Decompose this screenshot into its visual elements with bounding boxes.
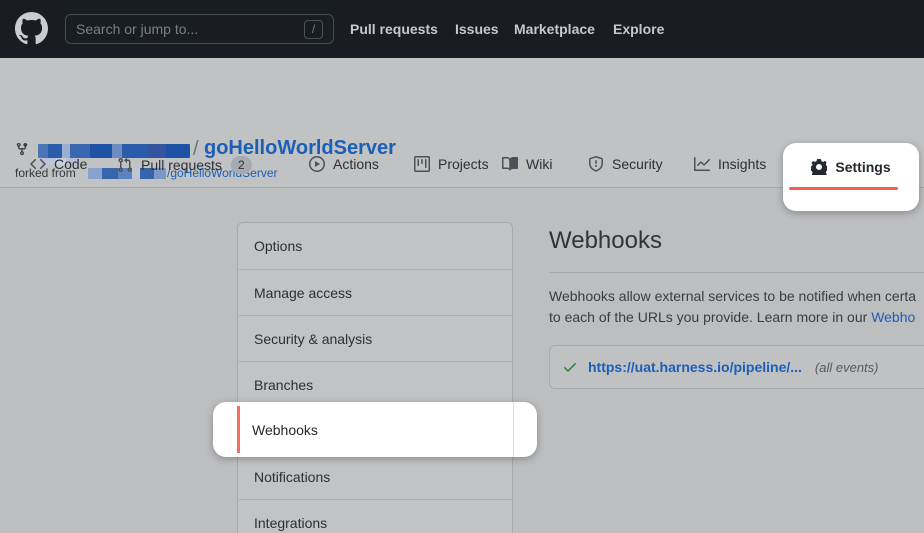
sidebar-item-webhooks-active[interactable]: Webhooks	[252, 402, 318, 457]
settings-tab-spotlight: Settings	[783, 143, 919, 211]
tab-security[interactable]: Security	[588, 156, 663, 172]
tab-actions-label: Actions	[333, 156, 379, 172]
webhooks-description: Webhooks allow external services to be n…	[549, 286, 924, 328]
sidebar-right-border	[513, 402, 514, 457]
insights-graph-icon	[694, 156, 710, 172]
settings-sidebar: Options Manage access Security & analysi…	[237, 222, 513, 533]
tab-pull-requests-label: Pull requests	[141, 157, 222, 173]
pull-requests-count-badge: 2	[231, 156, 252, 174]
sidebar-item-options[interactable]: Options	[238, 223, 512, 269]
description-line-1: Webhooks allow external services to be n…	[549, 286, 924, 307]
description-line-2: to each of the URLs you provide. Learn m…	[549, 307, 924, 328]
active-tab-underline	[789, 187, 898, 190]
nav-link-explore[interactable]: Explore	[613, 21, 664, 37]
nav-link-pull-requests[interactable]: Pull requests	[350, 21, 438, 37]
webhook-events-scope: (all events)	[815, 360, 879, 375]
tab-projects-label: Projects	[438, 156, 489, 172]
gear-icon	[811, 159, 827, 175]
tab-pull-requests[interactable]: Pull requests 2	[117, 156, 252, 174]
tab-settings-label: Settings	[835, 159, 890, 175]
active-item-accent-bar	[237, 406, 240, 453]
tab-wiki-label: Wiki	[526, 156, 552, 172]
title-divider	[549, 272, 924, 273]
tab-projects[interactable]: Projects	[414, 156, 489, 172]
github-logo-icon[interactable]	[15, 12, 48, 45]
actions-icon	[309, 156, 325, 172]
global-search[interactable]: /	[65, 14, 334, 44]
tab-code[interactable]: Code	[30, 156, 87, 172]
sidebar-item-manage-access[interactable]: Manage access	[238, 269, 512, 315]
wiki-icon	[502, 156, 518, 172]
page-title: Webhooks	[549, 227, 924, 255]
webhooks-item-spotlight[interactable]: Webhooks	[213, 402, 537, 457]
code-icon	[30, 156, 46, 172]
repo-forked-icon	[15, 142, 29, 156]
tab-wiki[interactable]: Wiki	[502, 156, 552, 172]
sidebar-item-security-analysis[interactable]: Security & analysis	[238, 315, 512, 361]
check-icon	[562, 359, 578, 375]
slash-shortcut-hint: /	[304, 20, 323, 39]
webhooks-panel: Webhooks Webhooks allow external service…	[549, 222, 924, 389]
security-shield-icon	[588, 156, 604, 172]
sidebar-item-notifications[interactable]: Notifications	[238, 453, 512, 499]
tab-insights-label: Insights	[718, 156, 766, 172]
projects-icon	[414, 156, 430, 172]
webhooks-guide-link[interactable]: Webho	[871, 309, 915, 325]
webhook-url-link[interactable]: https://uat.harness.io/pipeline/...	[588, 359, 802, 375]
nav-link-issues[interactable]: Issues	[455, 21, 499, 37]
tab-security-label: Security	[612, 156, 663, 172]
pull-request-icon	[117, 157, 133, 173]
top-navbar: / Pull requests Issues Marketplace Explo…	[0, 0, 924, 58]
tab-code-label: Code	[54, 156, 87, 172]
tab-settings[interactable]: Settings	[783, 159, 919, 175]
search-input[interactable]	[76, 21, 304, 37]
sidebar-item-branches[interactable]: Branches	[238, 361, 512, 407]
webhook-list-item: https://uat.harness.io/pipeline/... (all…	[549, 345, 924, 389]
tab-insights[interactable]: Insights	[694, 156, 766, 172]
tab-actions[interactable]: Actions	[309, 156, 379, 172]
nav-link-marketplace[interactable]: Marketplace	[514, 21, 595, 37]
sidebar-item-integrations[interactable]: Integrations	[238, 499, 512, 533]
